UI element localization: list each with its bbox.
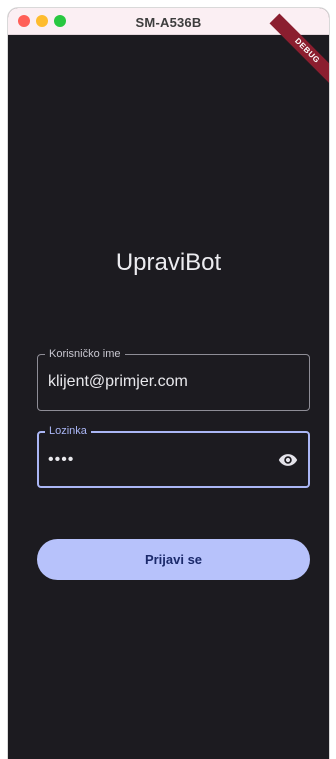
app-title: UpraviBot — [115, 249, 222, 276]
login-button[interactable]: Prijavi se — [37, 539, 310, 580]
password-input[interactable]: •••• — [48, 451, 74, 469]
password-field[interactable]: Lozinka •••• — [37, 424, 310, 488]
password-label: Lozinka — [45, 424, 91, 438]
username-field[interactable]: Korisničko ime klijent@primjer.com — [37, 347, 310, 411]
app-window: SM-A536B DEBUG UpraviBot Korisničko ime … — [8, 8, 329, 759]
username-input[interactable]: klijent@primjer.com — [48, 373, 188, 391]
eye-icon[interactable] — [278, 450, 298, 470]
username-label: Korisničko ime — [45, 347, 125, 361]
